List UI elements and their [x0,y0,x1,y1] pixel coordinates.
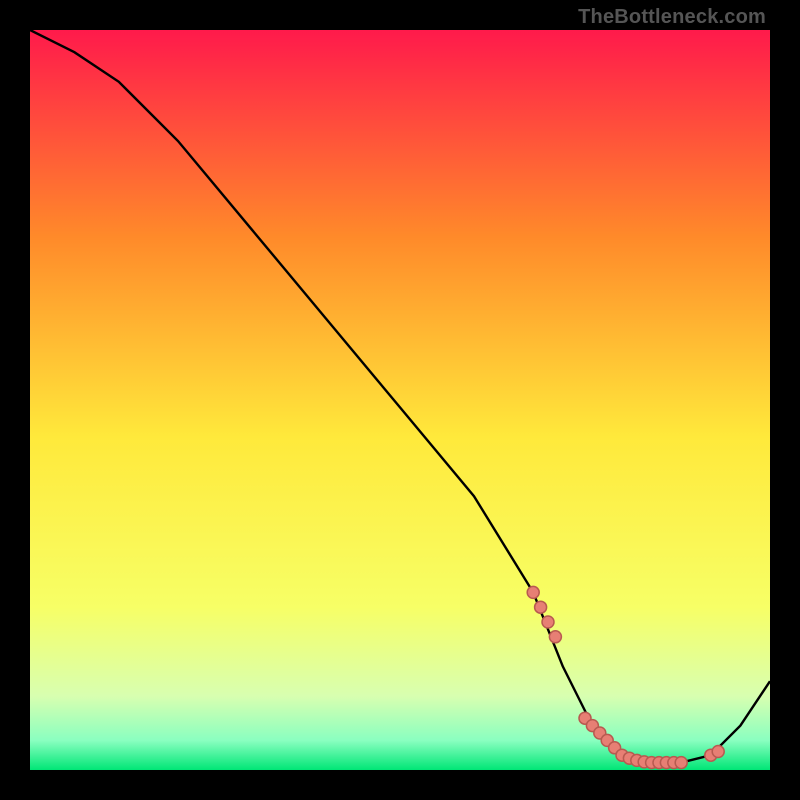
curve-layer [30,30,770,770]
highlight-dot [549,631,561,643]
bottleneck-curve [30,30,770,763]
watermark-text: TheBottleneck.com [578,6,766,29]
plot-area [30,30,770,770]
highlight-dot [535,601,547,613]
highlight-dot [712,746,724,758]
highlight-dot [527,586,539,598]
chart-frame: TheBottleneck.com [0,0,800,800]
highlight-dot [675,757,687,769]
optimal-range-dots [527,586,724,768]
highlight-dot [542,616,554,628]
